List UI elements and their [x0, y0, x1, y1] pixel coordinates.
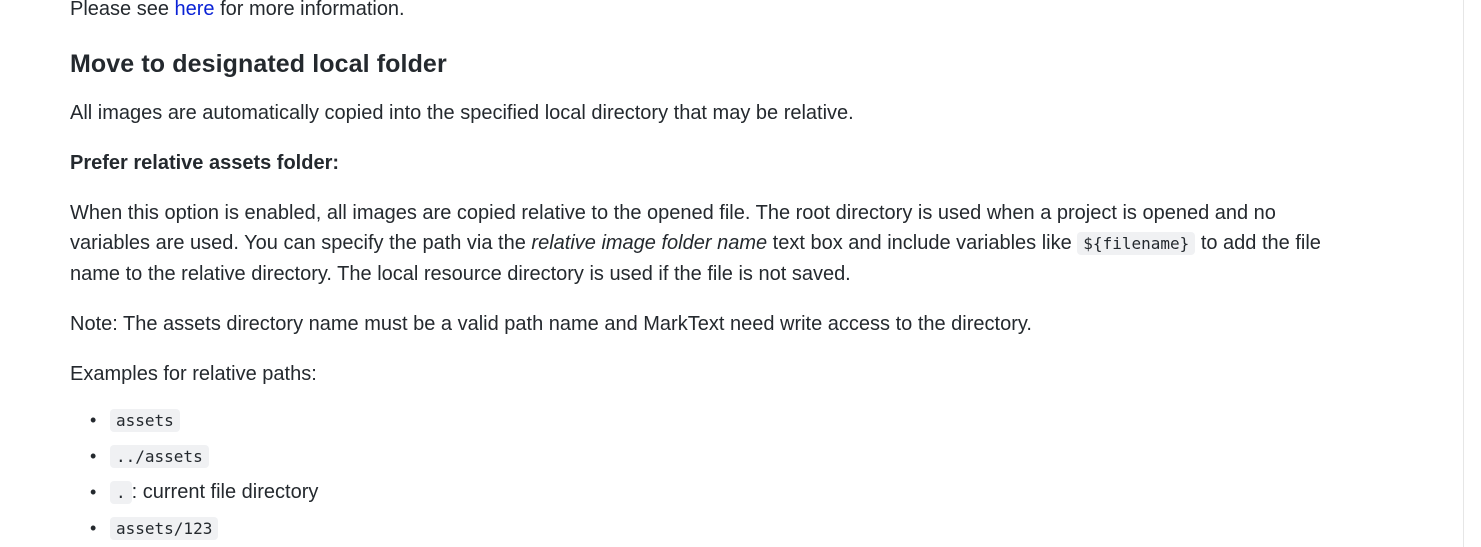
here-link[interactable]: here	[175, 0, 215, 20]
intro-text: Please see	[70, 0, 175, 20]
filename-variable-code: ${filename}	[1077, 232, 1196, 255]
list-item: • assets/123	[90, 513, 1340, 543]
bullet-icon: •	[90, 410, 97, 430]
example-code: ../assets	[110, 445, 209, 468]
note-paragraph: Note: The assets directory name must be …	[70, 313, 1032, 335]
scrollbar-track[interactable]	[1463, 0, 1481, 547]
examples-label: Examples for relative paths:	[70, 363, 317, 385]
option-text-2: text box and include variables like	[767, 232, 1078, 254]
example-text: : current file directory	[131, 481, 319, 503]
option-subheading: Prefer relative assets folder:	[70, 152, 340, 174]
intro-text-after: for more information.	[214, 0, 405, 20]
list-item: •.: current file directory	[90, 477, 1340, 507]
document-body: Please see here for more information. Mo…	[70, 0, 1340, 547]
bullet-icon: •	[90, 518, 97, 538]
intro-paragraph: Please see here for more information.	[70, 0, 1340, 24]
example-code: assets/123	[110, 517, 219, 540]
example-code: assets	[110, 409, 180, 432]
examples-list: • assets • ../assets •.: current file dire…	[70, 405, 1340, 543]
example-code: .	[110, 481, 132, 504]
bullet-icon: •	[90, 446, 97, 466]
description-paragraph: All images are automatically copied into…	[70, 102, 854, 124]
list-item: • ../assets	[90, 441, 1340, 471]
list-item: • assets	[90, 405, 1340, 435]
section-heading: Move to designated local folder	[70, 50, 447, 78]
option-description-paragraph: When this option is enabled, all images …	[70, 198, 1340, 289]
bullet-icon: •	[90, 482, 97, 502]
option-emphasis: relative image folder name	[531, 232, 768, 254]
